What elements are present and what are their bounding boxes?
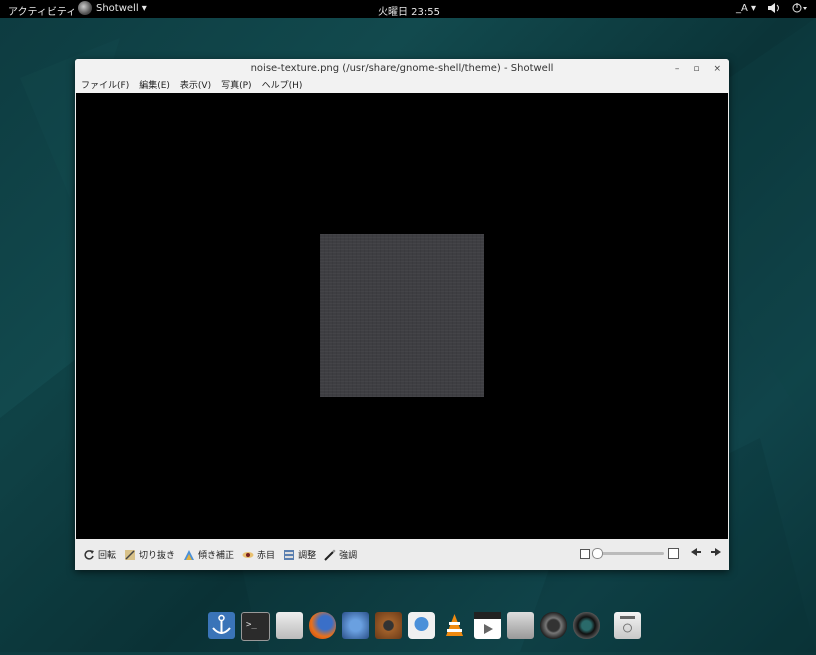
menu-file[interactable]: ファイル(F) [81,79,129,93]
crop-icon [125,549,136,560]
arrow-right-icon [711,548,721,556]
menu-view[interactable]: 表示(V) [180,79,211,93]
enhance-label: 強調 [339,551,358,561]
speaker-app-icon[interactable] [375,612,402,639]
zoom-slider[interactable] [592,548,664,559]
firefox-icon[interactable] [309,612,336,639]
activities-button[interactable]: アクティビティ [8,3,76,18]
photo-viewer[interactable] [76,93,728,539]
menu-help[interactable]: ヘルプ(H) [262,79,303,93]
crop-button[interactable]: 切り抜き [124,548,175,561]
previous-photo-button[interactable] [691,548,701,559]
mixer-icon[interactable] [507,612,534,639]
anchor-icon[interactable] [208,612,235,639]
dock: >_ [208,612,641,642]
input-method-indicator[interactable]: _A ▾ [736,3,756,16]
power-icon[interactable] [792,3,808,16]
app-menu-label: Shotwell ▾ [96,2,147,14]
system-tray: _A ▾ [736,3,808,16]
rotate-icon [84,549,94,560]
zoom-out-icon[interactable] [580,548,590,559]
straighten-label: 傾き補正 [198,551,235,561]
terminal-icon[interactable]: >_ [241,612,270,641]
adjust-label: 調整 [298,551,317,561]
zoom-slider-handle[interactable] [592,548,603,559]
app-menu[interactable]: Shotwell ▾ [78,1,147,15]
vlc-icon[interactable] [441,612,468,639]
crop-label: 切り抜き [139,551,176,561]
files-icon[interactable] [276,612,303,639]
shotwell-icon [78,1,92,15]
arrow-left-icon [691,548,701,556]
menu-edit[interactable]: 編集(E) [139,79,170,93]
zoom-in-icon[interactable] [668,548,679,559]
trash-icon[interactable] [614,612,641,639]
straighten-icon [184,549,195,560]
minimize-button[interactable]: – [675,59,680,79]
maximize-button[interactable]: ▫ [693,59,699,79]
svg-text:>_: >_ [246,620,257,630]
wand-icon [324,549,336,561]
rotate-label: 回転 [98,551,117,561]
menu-photo[interactable]: 写真(P) [221,79,251,93]
zoom-controls [580,548,721,559]
video-icon[interactable] [474,612,501,639]
eye-icon [242,551,254,558]
straighten-button[interactable]: 傾き補正 [183,548,234,561]
redeye-button[interactable]: 赤目 [242,548,275,561]
camera-icon[interactable] [540,612,567,639]
clock[interactable]: 火曜日 23:55 [378,3,440,18]
adjust-icon [284,549,295,560]
adjust-button[interactable]: 調整 [283,548,316,561]
webcam-icon[interactable] [573,612,600,639]
close-button[interactable]: × [713,59,721,79]
window-title: noise-texture.png (/usr/share/gnome-shel… [250,63,554,74]
redeye-label: 赤目 [257,551,276,561]
enhance-button[interactable]: 強調 [324,548,357,561]
shotwell-window[interactable]: noise-texture.png (/usr/share/gnome-shel… [75,59,729,570]
mail-icon[interactable] [342,612,369,639]
photo-image[interactable] [320,234,484,397]
top-bar: アクティビティ Shotwell ▾ 火曜日 23:55 _A ▾ [0,0,816,18]
speaker-icon[interactable] [768,3,780,16]
window-titlebar[interactable]: noise-texture.png (/usr/share/gnome-shel… [75,59,729,79]
edit-toolbar: 回転 切り抜き 傾き補正 赤目 調整 強調 [75,539,729,570]
rotate-button[interactable]: 回転 [83,548,116,561]
next-photo-button[interactable] [711,548,721,559]
chat-icon[interactable] [408,612,435,639]
menu-bar: ファイル(F) 編集(E) 表示(V) 写真(P) ヘルプ(H) [75,79,729,93]
